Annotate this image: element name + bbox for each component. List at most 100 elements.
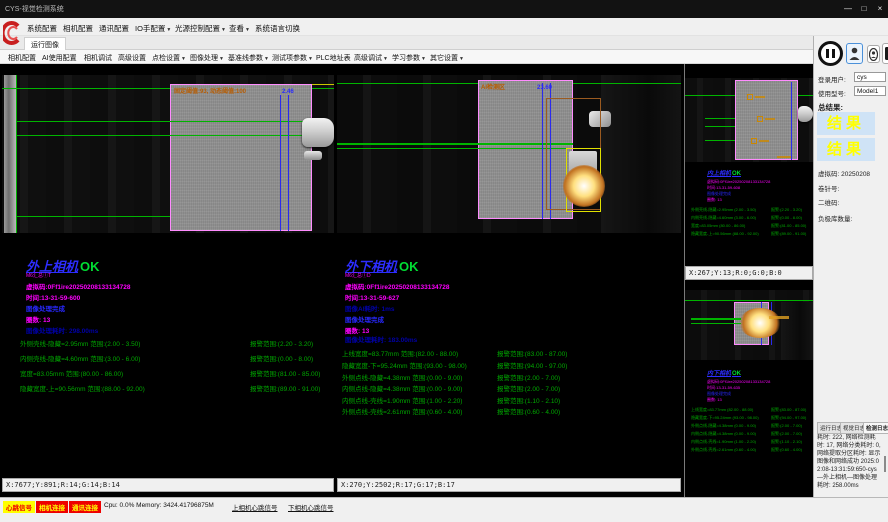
tool-camera-debug[interactable]: 相机调试 xyxy=(82,52,114,64)
measurement-value: 隐藏宽度-下=95.24mm (93.00 - 98.00) xyxy=(691,415,759,421)
tool-image-processing[interactable]: 图像处理▼ xyxy=(188,52,226,64)
camera-image-outer-upper[interactable]: 2.46 固定阈值:93, 动态阈值:100 xyxy=(2,75,334,233)
tool-baseline-params[interactable]: 基准线参数▼ xyxy=(226,52,271,64)
overlay-subtitle: M6汇总①D xyxy=(345,272,371,279)
measurement-value: 外侧点线-隐藏=4.38mm 范围:(0.00 - 9.00) xyxy=(342,372,462,382)
overlay-count: 圈数: 13 xyxy=(707,397,722,403)
measurement-value: 外侧点线-隐藏=4.38mm (0.00 - 9.00) xyxy=(691,423,756,429)
chevron-down-icon: ▼ xyxy=(181,56,186,62)
model-field[interactable]: Model1 xyxy=(854,86,886,96)
measurement-value: 内侧点线-隐藏=4.38mm 范围:(0.00 - 9.00) xyxy=(342,383,462,393)
overlay-elapsed: 图像处理耗时: 183.00ms xyxy=(345,334,417,344)
ok-status: OK xyxy=(80,259,100,274)
measurement-value: 隐藏宽度-上=90.56mm 范围:(88.00 - 92.00) xyxy=(20,383,145,393)
camera-result-title: 内下相机OK xyxy=(707,368,741,377)
close-icon[interactable]: × xyxy=(872,2,888,15)
menu-item-view[interactable]: 查看▼ xyxy=(226,21,253,36)
measurement-value: 外侧壳线-隐藏=2.95mm 范围:(2.00 - 3.50) xyxy=(20,338,140,348)
menu-item-language-switch[interactable]: 系统语言切换 xyxy=(252,21,303,36)
tool-other-settings[interactable]: 其它设置▼ xyxy=(428,52,466,64)
pixel-coordinate-status: X:7677;Y:891;R:14;G:14;B:14 xyxy=(2,478,334,492)
overlay-ai-time: 图像AI耗时: 1ms xyxy=(345,303,394,313)
measurement-value: 上线宽度=83.77mm (82.00 - 88.00) xyxy=(691,407,753,413)
pause-button[interactable] xyxy=(818,41,843,66)
chevron-down-icon: ▼ xyxy=(264,56,269,62)
menu-item-io-config[interactable]: IO手配置▼ xyxy=(132,21,174,36)
log-output: 耗时: 222, 网络检测耗时: 17, 网络分类耗时: 0, 网络提取分区耗时… xyxy=(817,434,881,494)
maximize-icon[interactable]: □ xyxy=(856,2,872,15)
tool-learning-params[interactable]: 学习参数▼ xyxy=(390,52,428,64)
measurement-alarm: 报警:(89.00 - 91.00) xyxy=(771,231,806,237)
upper-camera-heartbeat-link[interactable]: 上相机心跳信号 xyxy=(232,502,278,512)
tab-run-image[interactable]: 运行图像 xyxy=(24,37,66,50)
right-sidebar: 登录用户: cys 使用型号: Model1 总结果: 结果 结果 虚拟码: 2… xyxy=(813,36,888,497)
camera-image-inner-upper[interactable] xyxy=(685,78,813,162)
menu-item-light-control[interactable]: 光源控制配置▼ xyxy=(172,21,229,36)
menu-item-system-config[interactable]: 系统配置 xyxy=(24,21,60,36)
measurement-alarm: 报警范围:(81.00 - 85.00) xyxy=(250,368,320,378)
overlay-count: 圈数: 13 xyxy=(707,197,722,203)
measurement-alarm: 报警范围:(94.00 - 97.00) xyxy=(497,360,567,370)
chevron-down-icon: ▼ xyxy=(383,56,388,62)
small-views-column: 内上相机OK 虚拟码:0Ff1ire20250208133134728 时间:1… xyxy=(684,64,812,497)
measurement-alarm: 报警范围:(0.60 - 4.00) xyxy=(497,406,560,416)
person-oval-icon xyxy=(869,48,878,61)
measurement-value: 内侧点线-壳线=1.90mm 范围:(1.00 - 2.20) xyxy=(342,395,462,405)
measurement-alarm: 报警范围:(89.00 - 91.00) xyxy=(250,383,320,393)
chevron-down-icon: ▼ xyxy=(421,56,426,62)
chevron-down-icon: ▼ xyxy=(219,56,224,62)
measurement-alarm: 报警:(0.00 - 8.00) xyxy=(771,215,802,221)
operator-button[interactable] xyxy=(867,45,880,63)
measurement-alarm: 报警:(1.10 - 2.10) xyxy=(771,439,802,445)
menu-item-comm-config[interactable]: 通讯配置 xyxy=(96,21,132,36)
ok-status: OK xyxy=(399,259,419,274)
overlay-done: 图像处理完成 xyxy=(345,314,384,324)
application-window: CYS-视觉检测系统 — □ × 系统配置 相机配置 通讯配置 IO手配置▼ 光… xyxy=(0,0,888,522)
measurement-alarm: 报警范围:(0.00 - 8.00) xyxy=(250,353,313,363)
qr-code-label: 二维码: xyxy=(818,197,839,207)
camera-view-outer-upper: 2.46 固定阈值:93, 动态阈值:100 外上相机OK M6汇总①T 虚拟码… xyxy=(2,64,334,492)
measurement-alarm: 报警:(2.00 - 7.00) xyxy=(771,423,802,429)
camera-result-title: 内上相机OK xyxy=(707,168,741,177)
lower-camera-heartbeat-link[interactable]: 下相机心跳信号 xyxy=(288,502,334,512)
threshold-label: 固定阈值:93, 动态阈值:100 xyxy=(174,86,246,95)
measurement-value: 内侧点线-壳线=1.90mm (1.00 - 2.20) xyxy=(691,439,756,445)
ok-status: OK xyxy=(732,171,741,177)
tool-plc-address-table[interactable]: PLC地址表 xyxy=(314,52,353,64)
log-scrollbar[interactable] xyxy=(884,456,886,472)
pixel-coordinate-status: X:267;Y:13;R:0;G:0;B:0 xyxy=(685,266,813,280)
tool-camera-config[interactable]: 相机配置 xyxy=(6,52,38,64)
login-user-field[interactable]: cys xyxy=(854,72,886,82)
chevron-down-icon: ▼ xyxy=(459,56,464,62)
tool-advanced-debug[interactable]: 高级调试▼ xyxy=(352,52,390,64)
model-label: 使用型号: xyxy=(818,88,846,98)
tab-detect-log[interactable]: 检测日志 xyxy=(863,422,888,434)
roi-rect-pink xyxy=(170,84,312,231)
measurement-alarm: 报警:(2.00 - 7.00) xyxy=(771,431,802,437)
login-user-button[interactable] xyxy=(846,43,863,64)
measure-label-blue: 2.46 xyxy=(282,89,294,95)
cpu-memory-status: Cpu: 0.0% Memory: 3424.41796875M xyxy=(104,502,214,509)
exit-button[interactable] xyxy=(882,43,888,64)
measurement-value: 隐藏宽度-上=90.56mm (88.00 - 92.00) xyxy=(691,231,759,237)
measurement-value: 内侧壳线-隐藏=4.60mm (3.00 - 6.00) xyxy=(691,215,756,221)
minimize-icon[interactable]: — xyxy=(840,2,856,15)
camera-connection-badge: 相机连接 xyxy=(36,501,68,513)
tool-advanced-settings[interactable]: 高级设置 xyxy=(116,52,148,64)
measurement-alarm: 报警范围:(1.10 - 2.10) xyxy=(497,395,560,405)
camera-image-outer-lower[interactable]: AI检测区 23.60 xyxy=(337,75,681,233)
menu-item-camera-config[interactable]: 相机配置 xyxy=(60,21,96,36)
heartbeat-badge: 心跳信号 xyxy=(3,501,35,513)
chevron-down-icon: ▼ xyxy=(166,27,171,33)
camera-image-inner-lower[interactable] xyxy=(685,290,813,360)
tool-test-params[interactable]: 测试项参数▼ xyxy=(270,52,315,64)
camera-view-inner-lower: 内下相机OK 虚拟码:0Ff1ire20250208133134728 时间:1… xyxy=(685,285,813,497)
measurement-value: 上线宽度=83.77mm 范围:(82.00 - 88.00) xyxy=(342,348,458,358)
measurement-value: 隐藏宽度-下=95.24mm 范围:(93.00 - 98.00) xyxy=(342,360,467,370)
roi-rect-pink xyxy=(735,80,798,160)
measurement-value: 宽度=83.05mm (80.00 - 86.00) xyxy=(691,223,745,229)
anode-stock-label: 负极库数量: xyxy=(818,213,852,223)
tool-spot-check[interactable]: 点检设置▼ xyxy=(150,52,188,64)
tool-ai-use-config[interactable]: AI使用配置 xyxy=(40,52,79,64)
result-badge: 结果 xyxy=(817,112,875,135)
